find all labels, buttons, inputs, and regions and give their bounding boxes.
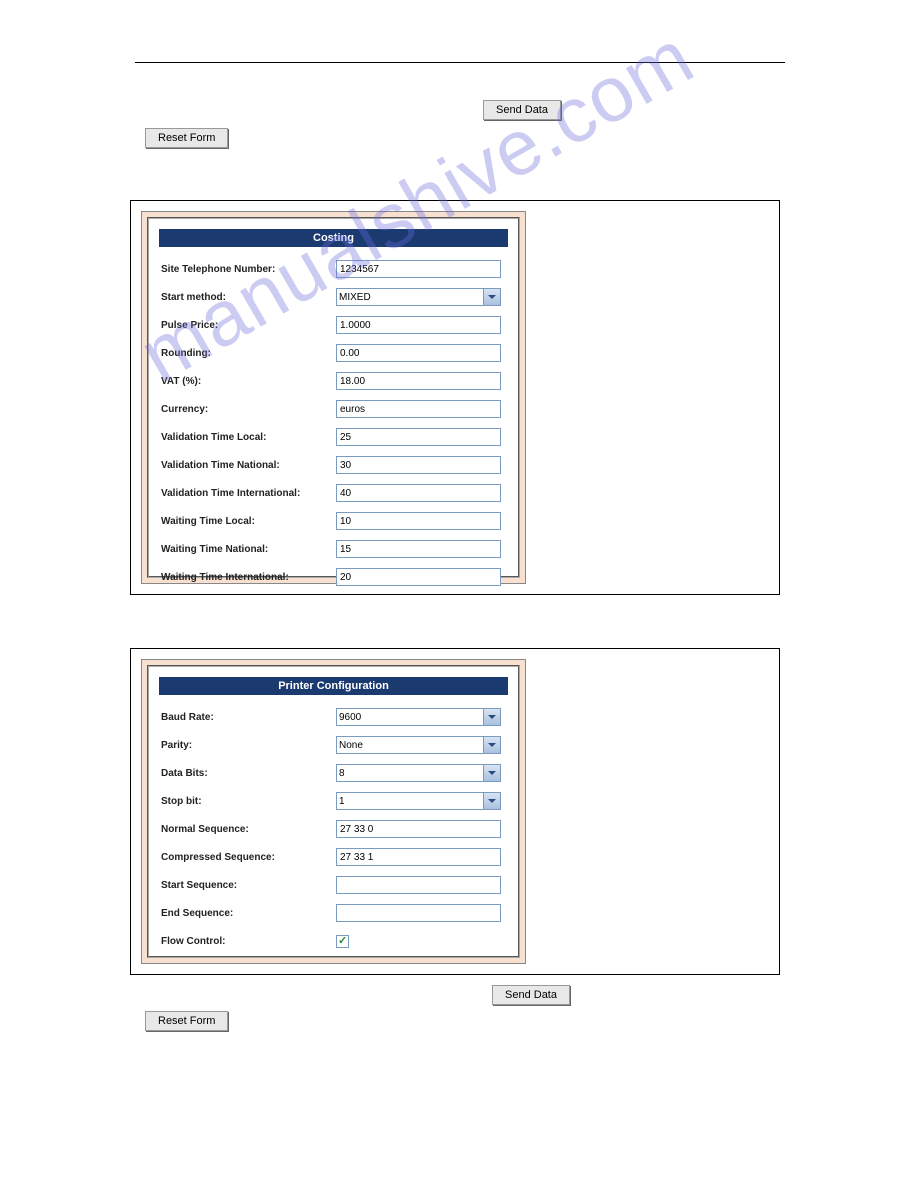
send-data-button[interactable]: Send Data xyxy=(483,100,561,120)
printer-frame: Printer Configuration Baud Rate: Parity: D… xyxy=(147,665,520,958)
costing-row-currency: Currency: xyxy=(149,395,518,423)
printer-input-end-sequence[interactable] xyxy=(336,904,501,922)
printer-label: Flow Control: xyxy=(161,936,336,947)
printer-label: Data Bits: xyxy=(161,768,336,779)
printer-container: Printer Configuration Baud Rate: Parity: D… xyxy=(130,648,780,975)
costing-label: Validation Time National: xyxy=(161,460,336,471)
printer-input-start-sequence[interactable] xyxy=(336,876,501,894)
reset-form-button[interactable]: Reset Form xyxy=(145,1011,228,1031)
reset-form-button[interactable]: Reset Form xyxy=(145,128,228,148)
printer-label: Start Sequence: xyxy=(161,880,336,891)
costing-header: Costing xyxy=(159,229,508,247)
costing-input-waiting-time-international[interactable] xyxy=(336,568,501,586)
costing-input-vat[interactable] xyxy=(336,372,501,390)
printer-row-start-sequence: Start Sequence: xyxy=(149,871,518,899)
costing-input-validation-time-local[interactable] xyxy=(336,428,501,446)
costing-row-waiting-time-local: Waiting Time Local: xyxy=(149,507,518,535)
printer-panel: Printer Configuration Baud Rate: Parity: D… xyxy=(141,659,526,964)
costing-label: Waiting Time International: xyxy=(161,572,336,583)
printer-row-compressed-sequence: Compressed Sequence: xyxy=(149,843,518,871)
printer-input-normal-sequence[interactable] xyxy=(336,820,501,838)
printer-select-parity[interactable] xyxy=(336,736,501,754)
printer-header: Printer Configuration xyxy=(159,677,508,695)
printer-label: Parity: xyxy=(161,740,336,751)
costing-row-rounding: Rounding: xyxy=(149,339,518,367)
costing-label: Site Telephone Number: xyxy=(161,264,336,275)
printer-row-parity: Parity: xyxy=(149,731,518,759)
costing-row-validation-time-local: Validation Time Local: xyxy=(149,423,518,451)
printer-label: End Sequence: xyxy=(161,908,336,919)
costing-label: Waiting Time Local: xyxy=(161,516,336,527)
costing-input-waiting-time-national[interactable] xyxy=(336,540,501,558)
printer-row-flow-control: Flow Control: xyxy=(149,927,518,955)
costing-input-validation-time-national[interactable] xyxy=(336,456,501,474)
costing-label: VAT (%): xyxy=(161,376,336,387)
printer-label: Compressed Sequence: xyxy=(161,852,336,863)
costing-container: Costing Site Telephone Number: Start meth… xyxy=(130,200,780,595)
costing-select-start-method[interactable] xyxy=(336,288,501,306)
page-divider xyxy=(135,62,785,63)
costing-label: Pulse Price: xyxy=(161,320,336,331)
printer-row-normal-sequence: Normal Sequence: xyxy=(149,815,518,843)
costing-input-pulse-price[interactable] xyxy=(336,316,501,334)
costing-label: Rounding: xyxy=(161,348,336,359)
printer-select-baud-rate[interactable] xyxy=(336,708,501,726)
costing-frame: Costing Site Telephone Number: Start meth… xyxy=(147,217,520,578)
costing-input-waiting-time-local[interactable] xyxy=(336,512,501,530)
printer-label: Normal Sequence: xyxy=(161,824,336,835)
printer-checkbox-flow-control[interactable] xyxy=(336,935,349,948)
printer-row-data-bits: Data Bits: xyxy=(149,759,518,787)
costing-panel: Costing Site Telephone Number: Start meth… xyxy=(141,211,526,584)
costing-row-pulse-price: Pulse Price: xyxy=(149,311,518,339)
costing-row-site-telephone-number: Site Telephone Number: xyxy=(149,255,518,283)
printer-select-data-bits[interactable] xyxy=(336,764,501,782)
costing-row-waiting-time-national: Waiting Time National: xyxy=(149,535,518,563)
costing-row-start-method: Start method: xyxy=(149,283,518,311)
printer-row-baud-rate: Baud Rate: xyxy=(149,703,518,731)
costing-input-validation-time-international[interactable] xyxy=(336,484,501,502)
costing-label: Validation Time International: xyxy=(161,488,336,499)
send-data-button[interactable]: Send Data xyxy=(492,985,570,1005)
printer-row-stop-bit: Stop bit: xyxy=(149,787,518,815)
printer-label: Stop bit: xyxy=(161,796,336,807)
printer-input-compressed-sequence[interactable] xyxy=(336,848,501,866)
costing-input-currency[interactable] xyxy=(336,400,501,418)
printer-label: Baud Rate: xyxy=(161,712,336,723)
costing-label: Waiting Time National: xyxy=(161,544,336,555)
costing-input-rounding[interactable] xyxy=(336,344,501,362)
costing-label: Start method: xyxy=(161,292,336,303)
costing-label: Currency: xyxy=(161,404,336,415)
costing-row-waiting-time-international: Waiting Time International: xyxy=(149,563,518,591)
costing-row-vat: VAT (%): xyxy=(149,367,518,395)
costing-row-validation-time-national: Validation Time National: xyxy=(149,451,518,479)
printer-row-end-sequence: End Sequence: xyxy=(149,899,518,927)
costing-label: Validation Time Local: xyxy=(161,432,336,443)
costing-row-validation-time-international: Validation Time International: xyxy=(149,479,518,507)
printer-select-stop-bit[interactable] xyxy=(336,792,501,810)
costing-input-site-telephone-number[interactable] xyxy=(336,260,501,278)
